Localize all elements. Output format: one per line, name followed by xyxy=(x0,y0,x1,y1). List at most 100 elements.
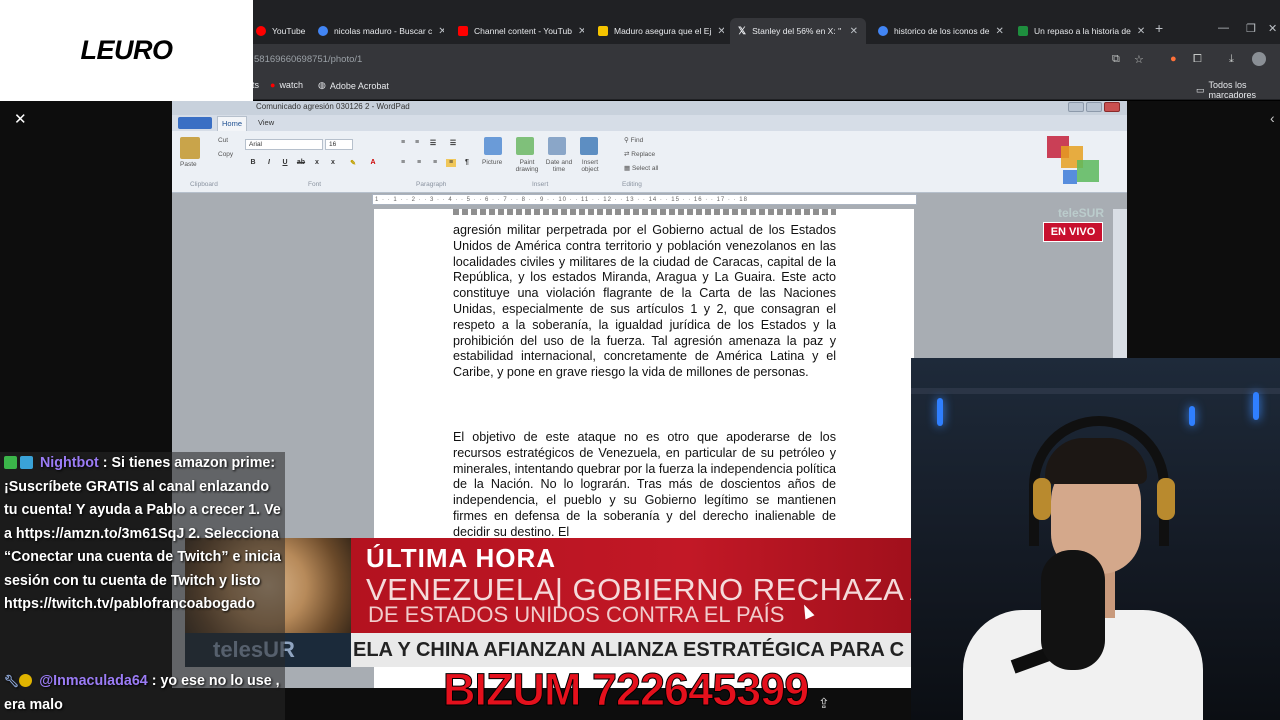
headphone-ear xyxy=(1033,478,1051,520)
tab-home[interactable]: Home xyxy=(217,116,248,131)
profile-avatar[interactable] xyxy=(1252,52,1266,66)
bookmark-item[interactable]: ts xyxy=(252,80,259,90)
paste-icon[interactable] xyxy=(180,137,200,159)
list-icon[interactable]: ☰ xyxy=(428,139,438,147)
cut-off-line xyxy=(453,209,836,215)
document-paragraph: agresión militar perpetrada por el Gobie… xyxy=(453,223,836,380)
url-text[interactable]: 58169660698751/photo/1 xyxy=(254,54,362,65)
minimize-button[interactable] xyxy=(1068,102,1084,112)
cut-button[interactable]: Cut xyxy=(218,137,228,144)
close-tab-icon[interactable]: ✕ xyxy=(438,26,444,37)
logo-square xyxy=(1077,160,1099,182)
tab-view[interactable]: View xyxy=(258,118,274,127)
subscript-icon[interactable]: x xyxy=(312,159,322,167)
ribbon-tabs: Home View xyxy=(172,115,1127,131)
select-all-icon: ▦ xyxy=(624,165,632,172)
close-window-icon[interactable]: ✕ xyxy=(1268,22,1277,35)
new-tab-icon[interactable]: + xyxy=(1155,20,1163,36)
browser-tab[interactable]: historico de los iconos de ✕ xyxy=(870,20,1004,42)
select-all-button[interactable]: ▦ Select all xyxy=(624,164,658,172)
all-bookmarks[interactable]: ▭ Todos los marcadores xyxy=(1196,80,1280,100)
font-color-icon[interactable]: A xyxy=(368,159,378,167)
wordpad-titlebar: Comunicado agresión 030126 2 - WordPad xyxy=(172,101,1127,115)
bookmark-star-icon[interactable]: ☆ xyxy=(1134,53,1144,66)
justify-icon[interactable]: ≡ xyxy=(446,159,456,167)
date-time-label: Date and time xyxy=(545,159,573,173)
close-tab-icon[interactable]: ✕ xyxy=(1137,26,1145,37)
wrench-badge-icon: 🔧︎ xyxy=(4,674,20,688)
chat-text: : Si tienes amazon prime: ¡Suscríbete GR… xyxy=(4,455,281,612)
close-tab-icon[interactable]: ✕ xyxy=(850,26,858,37)
font-size-select[interactable]: 16 xyxy=(325,139,353,150)
close-button[interactable] xyxy=(1104,102,1120,112)
restore-icon[interactable]: ❐ xyxy=(1246,22,1256,35)
tab-label: Un repaso a la historia de xyxy=(1034,26,1131,36)
binoculars-icon: ⚲ xyxy=(624,137,631,144)
headphone-ear xyxy=(1157,478,1175,520)
browser-tab[interactable]: Channel content - YouTub ✕ xyxy=(450,20,584,42)
italic-icon[interactable]: I xyxy=(264,159,274,167)
webcam-feed xyxy=(911,358,1280,720)
browser-tab[interactable]: Un repaso a la historia de ✕ xyxy=(1010,20,1146,42)
align-right-icon[interactable]: ≡ xyxy=(430,159,440,167)
download-icon[interactable]: ⤓ xyxy=(1229,53,1234,66)
align-left-icon[interactable]: ≡ xyxy=(398,159,408,167)
find-button[interactable]: ⚲ Find xyxy=(624,136,643,144)
line-spacing-icon[interactable]: ☰ xyxy=(448,139,458,147)
verified-badge-icon xyxy=(4,456,17,469)
superscript-icon[interactable]: x xyxy=(328,159,338,167)
date-time-icon[interactable] xyxy=(548,137,566,155)
headline-line-2: DE ESTADOS UNIDOS CONTRA EL PAÍS xyxy=(368,602,785,627)
file-menu-button[interactable] xyxy=(178,117,212,129)
share-icon[interactable]: ⇪ xyxy=(818,695,830,712)
strikethrough-icon[interactable]: ab xyxy=(296,159,306,167)
ribbon: Paste Cut Copy Clipboard Arial 16 B I U … xyxy=(172,131,1127,193)
align-center-icon[interactable]: ≡ xyxy=(414,159,424,167)
highlight-icon[interactable]: ✎ xyxy=(348,159,358,167)
logo-text: LEURO xyxy=(80,35,174,65)
increase-indent-icon[interactable]: ≡ xyxy=(412,139,422,147)
channel-logo: LEURO xyxy=(0,0,253,101)
minimize-icon[interactable]: — xyxy=(1218,22,1229,34)
close-viewer-icon[interactable]: ✕ xyxy=(14,110,27,128)
tab-label: nicolas maduro - Buscar c xyxy=(334,26,433,36)
ruler[interactable]: 1 · · 1 · · 2 · · 3 · · 4 · · 5 · · 6 · … xyxy=(372,194,917,205)
font-name-select[interactable]: Arial xyxy=(245,139,323,150)
install-app-icon[interactable]: ⧉ xyxy=(1112,53,1120,66)
bookmark-label: ts xyxy=(252,80,260,90)
editing-group-label: Editing xyxy=(622,181,642,188)
maximize-button[interactable] xyxy=(1086,102,1102,112)
paragraph-icon[interactable]: ¶ xyxy=(462,159,472,167)
live-badge: EN VIVO xyxy=(1043,222,1103,242)
news-site-icon xyxy=(598,26,608,36)
clipboard-group-label: Clipboard xyxy=(190,181,218,188)
close-tab-icon[interactable]: ✕ xyxy=(995,26,1003,37)
chat-message: 🔧︎ @Inmaculada64 : yo ese no lo use , er… xyxy=(4,670,286,717)
browser-tab[interactable]: nicolas maduro - Buscar c ✕ xyxy=(310,20,444,42)
browser-tab[interactable]: YouTube xyxy=(248,20,310,42)
select-all-label: Select all xyxy=(631,165,659,172)
decrease-indent-icon[interactable]: ≡ xyxy=(398,139,408,147)
insert-object-icon[interactable] xyxy=(580,137,598,155)
copy-button[interactable]: Copy xyxy=(218,151,233,158)
picture-icon[interactable] xyxy=(484,137,502,155)
extension-icon[interactable]: ● xyxy=(1170,53,1177,65)
led-light xyxy=(937,398,943,426)
led-light xyxy=(1253,392,1259,420)
replace-button[interactable]: ⇄ Replace xyxy=(624,150,655,158)
channel-name: teleSUR xyxy=(1058,206,1105,220)
browser-tab-active[interactable]: 𝕏 Stanley del 56% en X: " ✕ xyxy=(730,18,866,44)
google-icon xyxy=(878,26,888,36)
tab-label: Channel content - YouTub xyxy=(474,26,572,36)
underline-icon[interactable]: U xyxy=(280,159,290,167)
close-tab-icon[interactable]: ✕ xyxy=(578,26,584,37)
paint-drawing-icon[interactable] xyxy=(516,137,534,155)
close-tab-icon[interactable]: ✕ xyxy=(717,26,724,37)
bold-icon[interactable]: B xyxy=(248,159,258,167)
browser-tab[interactable]: Maduro asegura que el Ej ✕ xyxy=(590,20,724,42)
bookmark-item[interactable]: ◍ Adobe Acrobat xyxy=(318,80,389,91)
extensions-puzzle-icon[interactable]: ⧠ xyxy=(1193,53,1202,66)
bookmark-item[interactable]: ● watch xyxy=(270,80,303,90)
chevron-left-icon[interactable]: ‹ xyxy=(1270,110,1275,126)
globe-icon: ◍ xyxy=(318,80,326,90)
